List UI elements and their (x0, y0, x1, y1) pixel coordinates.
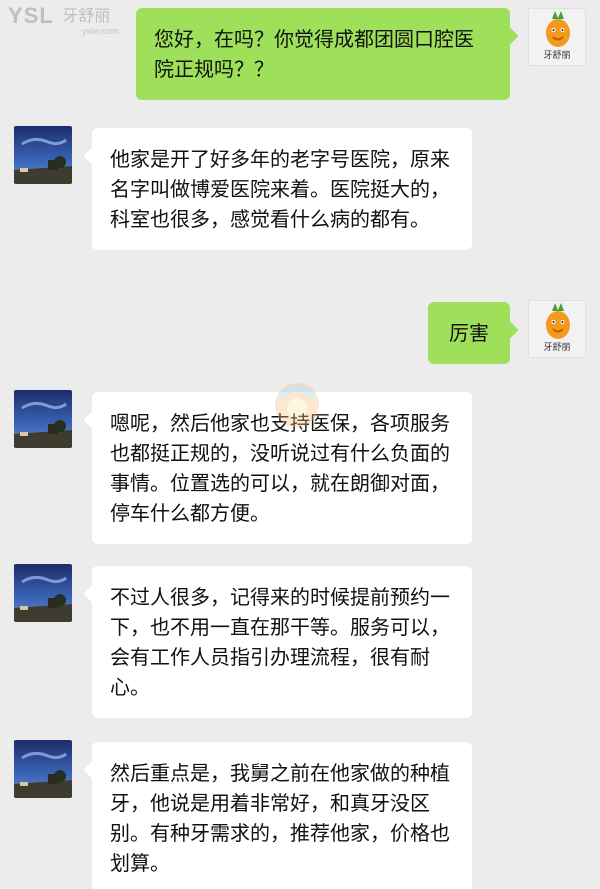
avatar[interactable]: 牙舒丽 (528, 300, 586, 358)
message-text: 他家是开了好多年的老字号医院，原来名字叫做博爱医院来着。医院挺大的，科室也很多，… (110, 147, 450, 231)
night-sky-photo-icon (14, 390, 72, 448)
carrot-mascot-icon (546, 303, 570, 339)
message-text: 然后重点是，我舅之前在他家做的种植牙，他说是用着非常好，和真牙没区别。有种牙需求… (110, 761, 450, 875)
message-bubble-incoming[interactable]: 他家是开了好多年的老字号医院，原来名字叫做博爱医院来着。医院挺大的，科室也很多，… (92, 128, 472, 250)
watermark-logo: YSL (8, 3, 54, 28)
message-text: 您好，在吗？你觉得成都团圆口腔医院正规吗？？ (154, 27, 474, 81)
watermark-brand: 牙舒丽 (62, 8, 111, 25)
avatar[interactable] (14, 564, 72, 622)
message-bubble-incoming[interactable]: 不过人很多，记得来的时候提前预约一下，也不用一直在那干等。服务可以，会有工作人员… (92, 566, 472, 718)
avatar-caption: 牙舒丽 (543, 51, 571, 61)
avatar[interactable] (14, 740, 72, 798)
night-sky-photo-icon (14, 126, 72, 184)
message-text: 不过人很多，记得来的时候提前预约一下，也不用一直在那干等。服务可以，会有工作人员… (110, 585, 450, 699)
tooth-watermark-icon (275, 383, 319, 427)
night-sky-photo-icon (14, 564, 72, 622)
avatar[interactable] (14, 126, 72, 184)
message-bubble-incoming[interactable]: 然后重点是，我舅之前在他家做的种植牙，他说是用着非常好，和真牙没区别。有种牙需求… (92, 742, 472, 889)
watermark-url: yslw.com (82, 26, 119, 36)
night-sky-photo-icon (14, 740, 72, 798)
carrot-mascot-icon (546, 11, 570, 47)
chat-screen: YSL 牙舒丽 yslw.com 您好，在吗？你觉得成都团圆口腔医院正规吗？？ … (0, 0, 600, 889)
avatar[interactable]: 牙舒丽 (528, 8, 586, 66)
avatar[interactable] (14, 390, 72, 448)
watermark: YSL 牙舒丽 yslw.com (8, 2, 119, 36)
message-text: 厉害 (449, 321, 489, 345)
message-bubble-outgoing[interactable]: 您好，在吗？你觉得成都团圆口腔医院正规吗？？ (136, 8, 510, 100)
message-bubble-outgoing[interactable]: 厉害 (428, 302, 510, 364)
avatar-caption: 牙舒丽 (543, 343, 571, 353)
